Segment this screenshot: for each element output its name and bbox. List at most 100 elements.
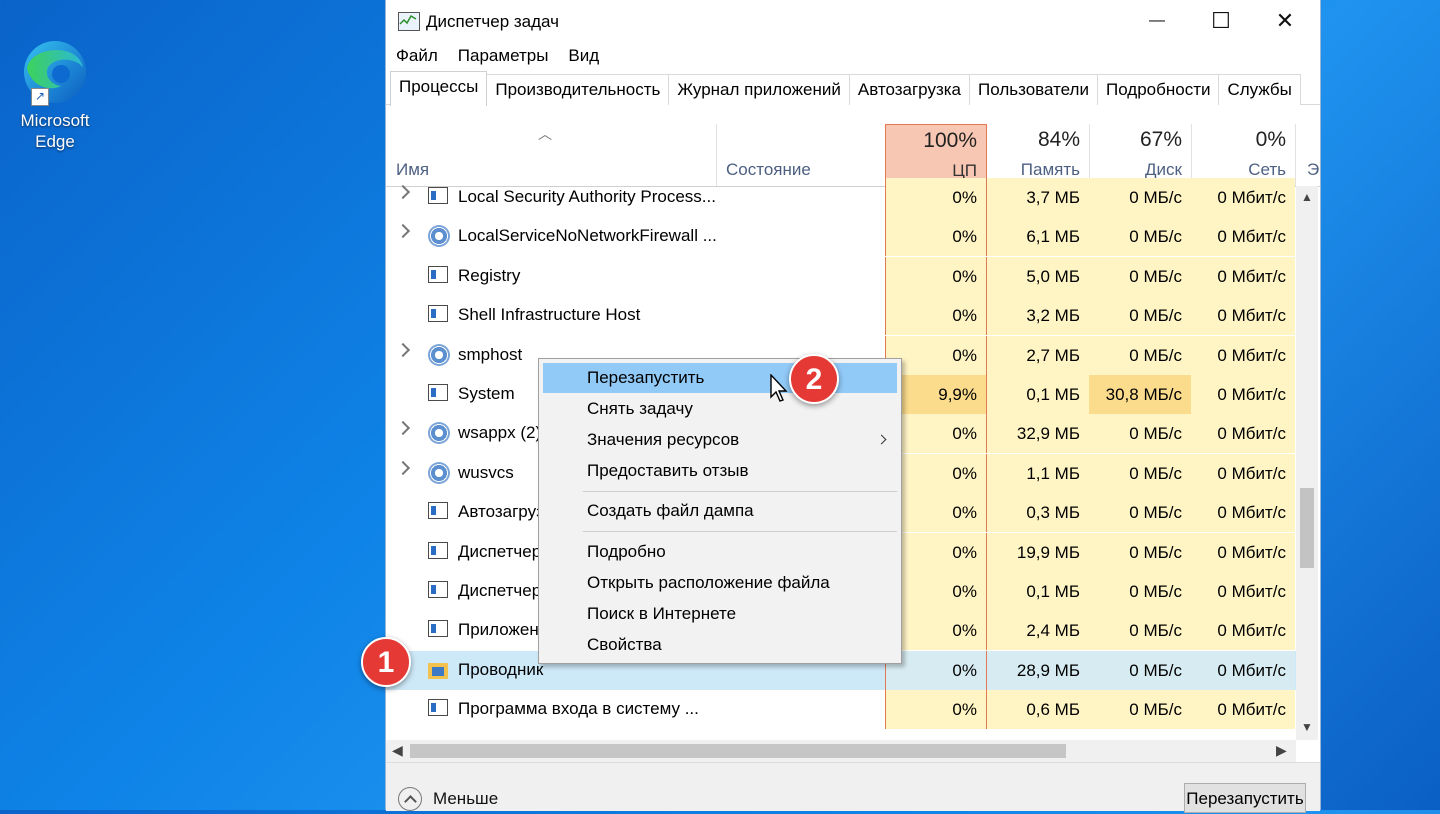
tab-app-history[interactable]: Журнал приложений — [668, 74, 850, 105]
tab-users[interactable]: Пользователи — [969, 74, 1098, 105]
process-name: LocalServiceNoNetworkFirewall ... — [458, 226, 717, 245]
network-value: 0 Мбит/с — [1191, 572, 1295, 611]
chevron-right-icon[interactable] — [395, 184, 411, 200]
vertical-scroll-thumb[interactable] — [1300, 488, 1314, 568]
tab-processes[interactable]: Процессы — [390, 71, 488, 106]
network-value: 0 Мбит/с — [1191, 533, 1295, 572]
window-icon — [428, 502, 448, 519]
process-name: Диспетчер — [458, 542, 542, 561]
title-bar[interactable]: Диспетчер задач — ☐ ✕ — [386, 0, 1320, 42]
cpu-value: 0% — [885, 690, 987, 729]
fewer-details-link[interactable]: Меньше — [433, 789, 498, 809]
edge-label-line1: Microsoft — [20, 111, 90, 130]
header-state[interactable]: Состояние — [726, 160, 811, 180]
step-badge-1: 1 — [361, 637, 411, 687]
menu-item-create-dump[interactable]: Создать файл дампа — [543, 496, 897, 526]
window-icon — [428, 384, 448, 401]
menu-file[interactable]: Файл — [396, 42, 438, 70]
gear-icon — [428, 225, 450, 247]
header-network[interactable]: 0% Сеть — [1191, 124, 1295, 186]
header-name[interactable]: Имя — [396, 160, 429, 180]
scroll-left-icon[interactable]: ◀ — [392, 742, 403, 759]
menu-view[interactable]: Вид — [568, 42, 599, 70]
scroll-up-icon[interactable]: ▲ — [1300, 190, 1314, 204]
vertical-scrollbar[interactable]: ▲ ▼ — [1296, 186, 1318, 740]
chevron-right-icon[interactable] — [395, 223, 411, 239]
table-row[interactable]: Local Security Authority Process... 0% 3,7… — [386, 178, 1296, 217]
network-value: 0 Мбит/с — [1191, 690, 1295, 729]
table-row[interactable]: LocalServiceNoNetworkFirewall ... 0% 6,1 М… — [386, 217, 1296, 256]
desktop-icon-edge[interactable]: ↗ Microsoft Edge — [10, 38, 100, 152]
process-name: Shell Infrastructure Host — [458, 305, 641, 324]
horizontal-scrollbar[interactable]: ◀ ▶ — [386, 740, 1296, 762]
tab-performance[interactable]: Производительность — [486, 74, 670, 105]
tab-details[interactable]: Подробности — [1096, 74, 1220, 105]
menu-options[interactable]: Параметры — [458, 42, 549, 70]
table-row[interactable]: Shell Infrastructure Host 0% 3,2 МБ 0 МБ/с 0… — [386, 296, 1296, 335]
cpu-value: 0% — [885, 257, 987, 296]
close-button[interactable]: ✕ — [1254, 0, 1316, 42]
process-name: Registry — [458, 266, 521, 285]
table-row[interactable]: Программа входа в систему ... 0% 0,6 МБ 0 М… — [386, 690, 1296, 729]
tab-services[interactable]: Службы — [1218, 74, 1301, 105]
menu-item-feedback[interactable]: Предоставить отзыв — [543, 456, 897, 486]
memory-value: 19,9 МБ — [987, 533, 1089, 572]
maximize-icon: ☐ — [1211, 8, 1231, 33]
process-name: Программа входа в систему ... — [458, 699, 699, 718]
horizontal-scroll-thumb[interactable] — [410, 744, 1066, 758]
disk-value: 0 МБ/с — [1089, 217, 1191, 256]
menu-item-resource-values[interactable]: Значения ресурсов — [543, 425, 897, 455]
menu-separator — [583, 531, 897, 532]
restart-button[interactable]: Перезапустить — [1184, 783, 1306, 813]
memory-value: 0,3 МБ — [987, 493, 1089, 532]
memory-value: 0,1 МБ — [987, 375, 1089, 414]
menu-item-search-online[interactable]: Поиск в Интернете — [543, 599, 897, 629]
chevron-right-icon[interactable] — [395, 420, 411, 436]
network-value: 0 Мбит/с — [1191, 296, 1295, 335]
menu-item-end-task[interactable]: Снять задачу — [543, 394, 897, 424]
minimize-button[interactable]: — — [1126, 0, 1188, 42]
network-value: 0 Мбит/с — [1191, 414, 1295, 453]
chevron-up-icon[interactable] — [398, 787, 422, 811]
maximize-button[interactable]: ☐ — [1190, 0, 1252, 42]
network-value: 0 Мбит/с — [1191, 651, 1295, 690]
process-name: Приложен — [458, 620, 539, 639]
gear-icon — [428, 422, 450, 444]
header-cpu[interactable]: 100% ЦП — [885, 124, 987, 186]
disk-value: 0 МБ/с — [1089, 454, 1191, 493]
menu-item-details[interactable]: Подробно — [543, 537, 897, 567]
header-network-pct: 0% — [1255, 128, 1286, 151]
network-value: 0 Мбит/с — [1191, 454, 1295, 493]
memory-value: 28,9 МБ — [987, 651, 1089, 690]
menu-item-restart[interactable]: Перезапустить — [543, 363, 897, 393]
network-value: 0 Мбит/с — [1191, 375, 1295, 414]
tab-startup[interactable]: Автозагрузка — [848, 74, 971, 105]
footer: Меньше Перезапустить — [386, 762, 1320, 813]
cpu-value: 0% — [885, 178, 987, 217]
process-name: Проводник — [458, 660, 544, 679]
network-value: 0 Мбит/с — [1191, 611, 1295, 650]
network-value: 0 Мбит/с — [1191, 257, 1295, 296]
memory-value: 0,1 МБ — [987, 572, 1089, 611]
window-icon — [428, 305, 448, 322]
tab-strip: Процессы Производительность Журнал прило… — [386, 70, 1320, 106]
header-disk[interactable]: 67% Диск — [1089, 124, 1191, 186]
scroll-right-icon[interactable]: ▶ — [1276, 742, 1287, 759]
header-more[interactable]: Э — [1307, 160, 1319, 180]
header-memory[interactable]: 84% Память — [987, 124, 1089, 186]
scroll-down-icon[interactable]: ▼ — [1300, 720, 1314, 734]
menu-item-properties[interactable]: Свойства — [543, 630, 897, 660]
memory-value: 2,7 МБ — [987, 336, 1089, 375]
table-row[interactable]: Registry 0% 5,0 МБ 0 МБ/с 0 Мбит/с — [386, 257, 1296, 296]
process-name: wusvcs — [458, 463, 514, 482]
chevron-right-icon[interactable] — [395, 460, 411, 476]
window-icon — [428, 187, 448, 204]
menu-item-resource-values-label: Значения ресурсов — [587, 430, 740, 449]
chevron-right-icon[interactable] — [395, 342, 411, 358]
column-divider — [716, 124, 717, 186]
network-value: 0 Мбит/с — [1191, 493, 1295, 532]
disk-value: 0 МБ/с — [1089, 533, 1191, 572]
window-icon — [428, 699, 448, 716]
menu-item-open-file-location[interactable]: Открыть расположение файла — [543, 568, 897, 598]
header-disk-pct: 67% — [1139, 128, 1182, 151]
